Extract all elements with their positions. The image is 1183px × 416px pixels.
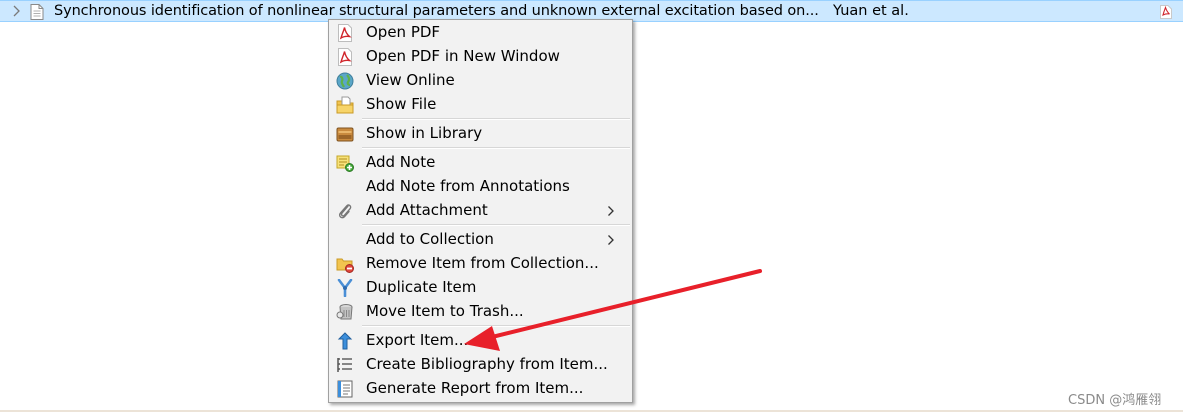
menu-label: Duplicate Item [366, 278, 477, 296]
menu-item-add-attachment[interactable]: Add Attachment [329, 199, 632, 223]
menu-label: Open PDF [366, 23, 441, 41]
menu-label: Open PDF in New Window [366, 47, 560, 65]
report-icon [337, 380, 353, 398]
watermark: CSDN @鸿雁翎 [1068, 393, 1162, 408]
pdf-icon[interactable] [1160, 5, 1172, 19]
duplicate-icon [337, 279, 353, 297]
menu-separator [362, 325, 630, 327]
document-icon [30, 4, 44, 20]
menu-item-add-note-from-annotations[interactable]: Add Note from Annotations [329, 175, 632, 199]
item-title: Synchronous identification of nonlinear … [54, 3, 819, 19]
menu-label: Show in Library [366, 124, 483, 142]
item-creator: Yuan et al. [833, 3, 909, 19]
menu-item-open-pdf-new-window[interactable]: Open PDF in New Window [329, 45, 632, 69]
folder-file-icon [336, 96, 354, 114]
menu-item-duplicate-item[interactable]: Duplicate Item [329, 276, 632, 300]
menu-separator [362, 224, 630, 226]
export-icon [337, 332, 353, 350]
menu-label: Move Item to Trash... [366, 302, 524, 320]
menu-label: Remove Item from Collection... [366, 254, 599, 272]
menu-label: Add Attachment [366, 201, 488, 219]
menu-separator [362, 118, 630, 120]
chevron-right-icon[interactable] [13, 5, 20, 17]
submenu-arrow-icon [608, 235, 614, 245]
menu-label: Add to Collection [366, 230, 494, 248]
folder-remove-icon [336, 258, 354, 273]
menu-label: Export Item... [366, 331, 469, 349]
pane-divider [0, 410, 1183, 412]
menu-item-move-to-trash[interactable]: Move Item to Trash... [329, 300, 632, 324]
library-icon [336, 127, 354, 142]
bibliography-icon [337, 358, 352, 372]
menu-separator [362, 147, 630, 149]
menu-item-export-item[interactable]: Export Item... [329, 329, 632, 353]
menu-label: Add Note [366, 153, 436, 171]
paperclip-icon [338, 204, 352, 219]
menu-label: Create Bibliography from Item... [366, 355, 608, 373]
pdf-icon [338, 48, 352, 66]
menu-item-open-pdf[interactable]: Open PDF [329, 21, 632, 45]
menu-item-show-in-library[interactable]: Show in Library [329, 122, 632, 146]
menu-item-generate-report[interactable]: Generate Report from Item... [329, 377, 632, 401]
menu-item-view-online[interactable]: View Online [329, 69, 632, 93]
menu-label: View Online [366, 71, 455, 89]
submenu-arrow-icon [608, 206, 614, 216]
menu-label: Show File [366, 95, 437, 113]
menu-label: Add Note from Annotations [366, 177, 570, 195]
context-menu: Open PDF Open PDF in New Window View Onl… [328, 19, 633, 403]
trash-icon [336, 304, 353, 320]
pdf-icon [338, 24, 352, 42]
menu-label: Generate Report from Item... [366, 379, 584, 397]
menu-item-show-file[interactable]: Show File [329, 93, 632, 117]
globe-icon [336, 72, 354, 90]
menu-item-remove-from-collection[interactable]: Remove Item from Collection... [329, 252, 632, 276]
menu-item-create-bibliography[interactable]: Create Bibliography from Item... [329, 353, 632, 377]
note-add-icon [336, 155, 354, 172]
menu-item-add-to-collection[interactable]: Add to Collection [329, 228, 632, 252]
menu-item-add-note[interactable]: Add Note [329, 151, 632, 175]
